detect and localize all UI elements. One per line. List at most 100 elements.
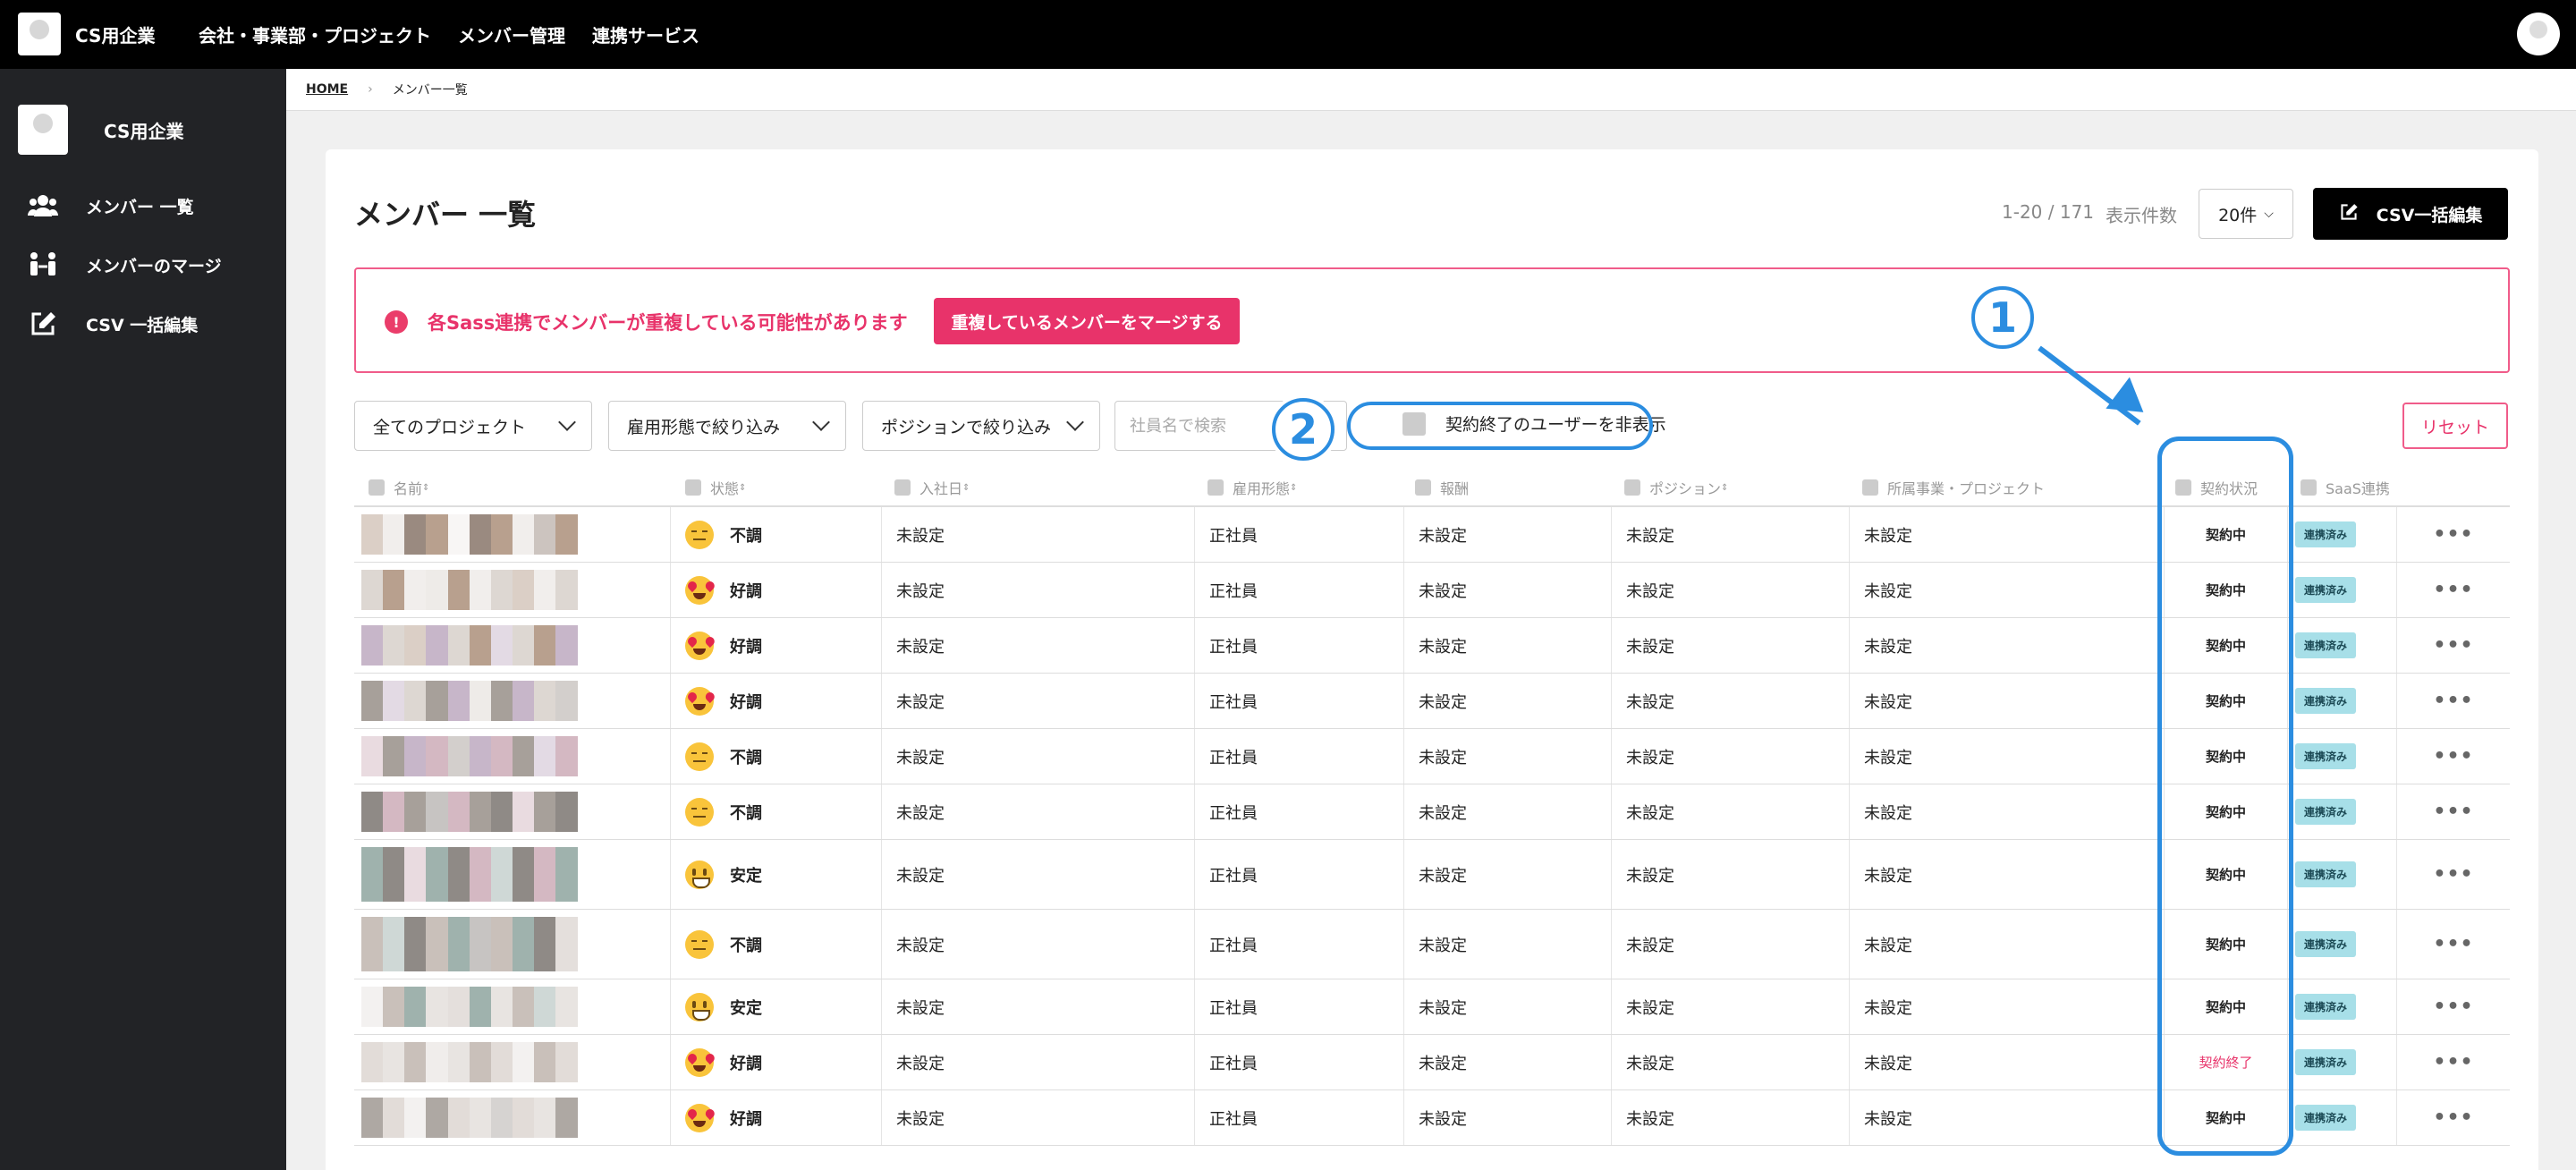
- sidebar-item-merge[interactable]: メンバーのマージ: [27, 249, 222, 281]
- breadcrumb-current: メンバー一覧: [392, 83, 468, 98]
- project-filter[interactable]: 全てのプロジェクト: [354, 401, 592, 451]
- more-options-icon[interactable]: •••: [2433, 745, 2473, 767]
- avatar: [361, 987, 621, 1027]
- row-actions[interactable]: •••: [2397, 507, 2510, 562]
- edit-icon: [2339, 202, 2359, 226]
- status-label: 不調: [730, 748, 762, 767]
- brand-name: CS用企業: [75, 25, 156, 47]
- csv-bulk-edit-button[interactable]: CSV一括編集: [2313, 188, 2508, 240]
- employment-cell: 正社員: [1195, 840, 1404, 909]
- more-options-icon[interactable]: •••: [2433, 1051, 2473, 1073]
- member-name-cell[interactable]: [354, 1035, 671, 1089]
- col-status[interactable]: 状態 ⇕: [685, 477, 746, 498]
- more-options-icon[interactable]: •••: [2433, 523, 2473, 546]
- users-icon: [27, 190, 59, 222]
- row-actions[interactable]: •••: [2397, 979, 2510, 1034]
- sidebar-item-members[interactable]: メンバー 一覧: [27, 190, 194, 222]
- member-name-cell[interactable]: [354, 563, 671, 617]
- nav-company[interactable]: 会社・事業部・プロジェクト: [199, 21, 431, 47]
- avatar: [361, 570, 621, 610]
- good-mood-icon: [685, 686, 714, 716]
- employment-cell: 正社員: [1195, 507, 1404, 562]
- ok-mood-icon: [685, 992, 714, 1022]
- status-cell: 安定: [671, 840, 882, 909]
- position-cell: 未設定: [1612, 507, 1850, 562]
- col-project[interactable]: 所属事業・プロジェクト: [1862, 477, 2045, 498]
- position-cell: 未設定: [1612, 1035, 1850, 1089]
- avatar: [361, 681, 621, 721]
- company-logo[interactable]: [18, 13, 61, 55]
- sort-icon: ⇕: [422, 482, 430, 493]
- row-actions[interactable]: •••: [2397, 618, 2510, 673]
- member-name-cell[interactable]: [354, 674, 671, 728]
- col-position[interactable]: ポジション ⇕: [1624, 477, 1728, 498]
- employment-cell: 正社員: [1195, 1090, 1404, 1145]
- col-label: SaaS連携: [2326, 480, 2390, 497]
- more-options-icon[interactable]: •••: [2433, 634, 2473, 657]
- position-cell: 未設定: [1612, 674, 1850, 728]
- col-join-date[interactable]: 入社日 ⇕: [894, 477, 970, 498]
- sort-icon: ⇕: [1290, 482, 1298, 493]
- member-name-cell[interactable]: [354, 1090, 671, 1145]
- row-actions[interactable]: •••: [2397, 1090, 2510, 1145]
- chevron-down-icon: [1066, 413, 1084, 431]
- avatar: [361, 847, 621, 902]
- more-options-icon[interactable]: •••: [2433, 1106, 2473, 1129]
- nav-services[interactable]: 連携サービス: [592, 21, 699, 47]
- company-logo-icon: [18, 105, 68, 155]
- join-date-cell: 未設定: [882, 729, 1195, 784]
- pay-cell: 未設定: [1404, 674, 1612, 728]
- nav-members[interactable]: メンバー管理: [458, 21, 565, 47]
- row-actions[interactable]: •••: [2397, 840, 2510, 909]
- perpage-select[interactable]: 20件 ⌵: [2199, 189, 2293, 239]
- col-pay[interactable]: 報酬: [1415, 477, 1469, 498]
- employment-cell: 正社員: [1195, 979, 1404, 1034]
- row-actions[interactable]: •••: [2397, 563, 2510, 617]
- good-mood-icon: [685, 1047, 714, 1077]
- member-name-cell[interactable]: [354, 979, 671, 1034]
- col-label: 雇用形態: [1233, 480, 1291, 497]
- member-name-cell[interactable]: [354, 618, 671, 673]
- col-label: ポジション: [1649, 480, 1722, 497]
- project-cell: 未設定: [1850, 618, 2165, 673]
- good-mood-icon: [685, 575, 714, 605]
- more-options-icon[interactable]: •••: [2433, 801, 2473, 823]
- avatar: [361, 514, 621, 555]
- pay-cell: 未設定: [1404, 1035, 1612, 1089]
- position-filter[interactable]: ポジションで絞り込み: [862, 401, 1100, 451]
- col-label: 名前: [394, 480, 423, 497]
- col-name[interactable]: 名前 ⇕: [369, 477, 429, 498]
- project-filter-value: 全てのプロジェクト: [373, 417, 527, 437]
- good-mood-icon: [685, 631, 714, 660]
- breadcrumb-home[interactable]: HOME: [306, 82, 348, 97]
- avatar: [361, 625, 621, 666]
- link-icon: [2301, 479, 2317, 496]
- user-avatar[interactable]: [2517, 13, 2560, 55]
- sidebar-company[interactable]: CS用企業: [18, 105, 183, 155]
- row-actions[interactable]: •••: [2397, 784, 2510, 839]
- more-options-icon[interactable]: •••: [2433, 579, 2473, 601]
- sidebar-item-csv[interactable]: CSV 一括編集: [27, 308, 198, 340]
- member-name-cell[interactable]: [354, 840, 671, 909]
- col-saas[interactable]: SaaS連携: [2301, 477, 2390, 498]
- more-options-icon[interactable]: •••: [2433, 996, 2473, 1018]
- member-name-cell[interactable]: [354, 910, 671, 979]
- more-options-icon[interactable]: •••: [2433, 690, 2473, 712]
- merge-duplicates-button[interactable]: 重複しているメンバーをマージする: [934, 298, 1240, 344]
- col-employment[interactable]: 雇用形態 ⇕: [1208, 477, 1297, 498]
- member-name-cell[interactable]: [354, 784, 671, 839]
- employment-filter[interactable]: 雇用形態で絞り込み: [608, 401, 846, 451]
- row-actions[interactable]: •••: [2397, 1035, 2510, 1089]
- member-name-cell[interactable]: [354, 507, 671, 562]
- row-actions[interactable]: •••: [2397, 729, 2510, 784]
- reset-button[interactable]: リセット: [2402, 403, 2508, 449]
- avatar: [361, 917, 621, 971]
- member-name-cell[interactable]: [354, 729, 671, 784]
- more-options-icon[interactable]: •••: [2433, 933, 2473, 955]
- employment-cell: 正社員: [1195, 618, 1404, 673]
- row-actions[interactable]: •••: [2397, 674, 2510, 728]
- join-date-cell: 未設定: [882, 910, 1195, 979]
- row-actions[interactable]: •••: [2397, 910, 2510, 979]
- more-options-icon[interactable]: •••: [2433, 863, 2473, 886]
- contract-column-highlight: [2157, 437, 2293, 1156]
